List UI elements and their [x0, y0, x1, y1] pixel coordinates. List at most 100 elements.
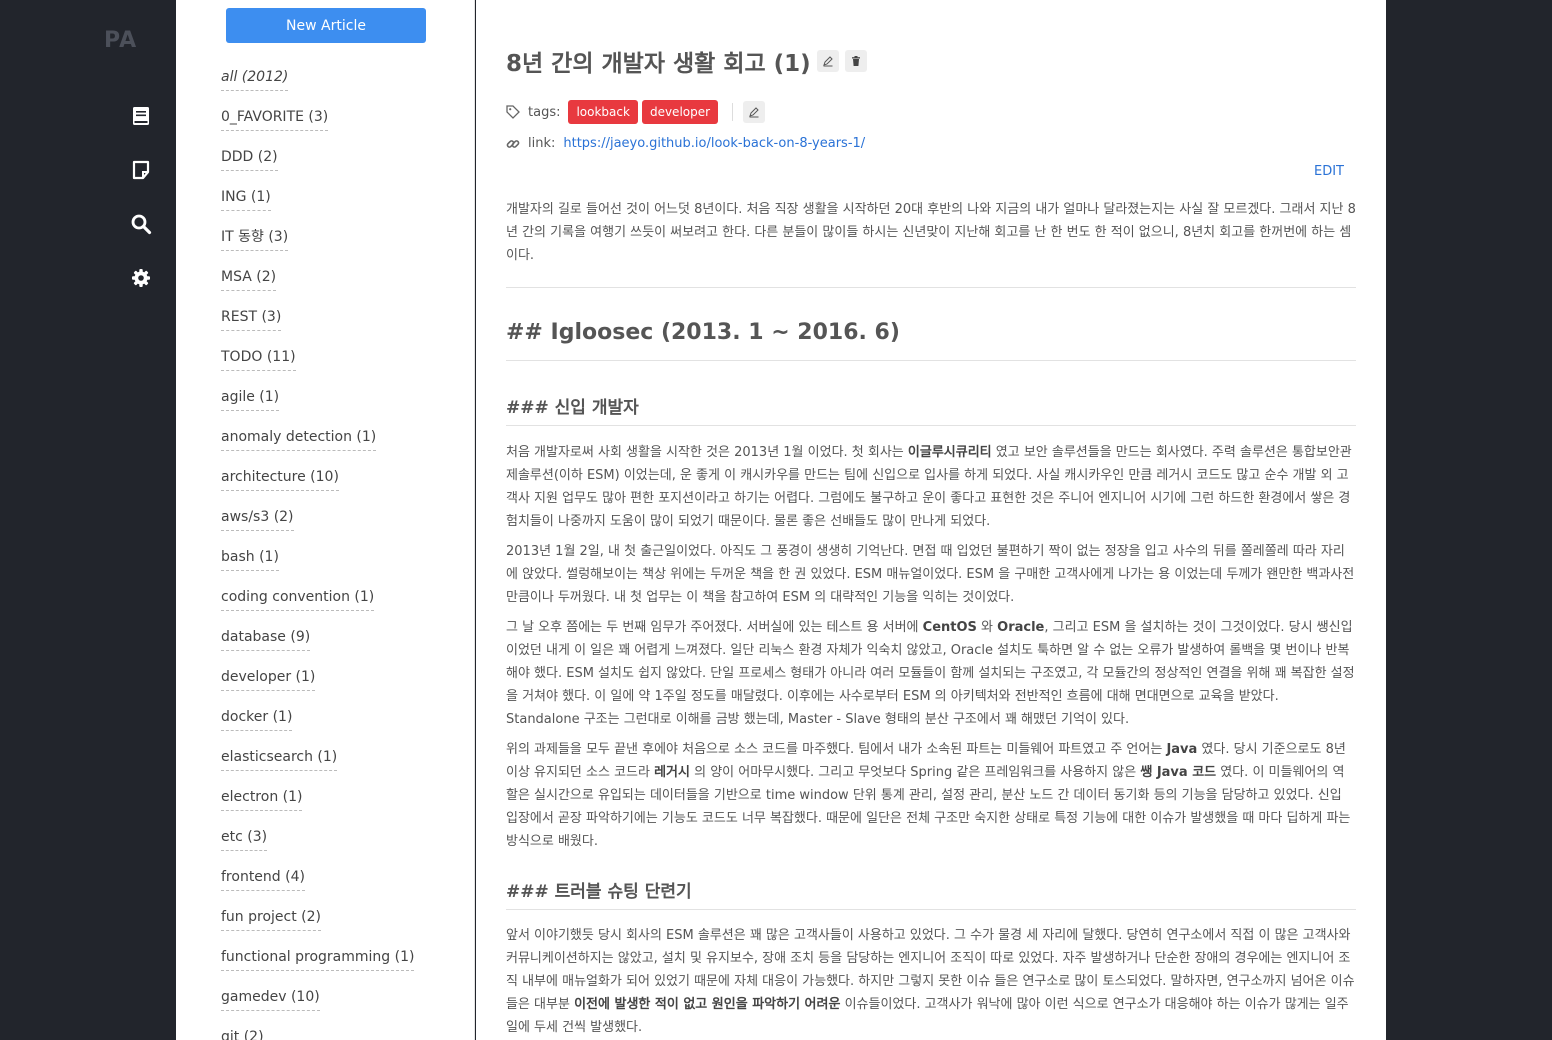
divider: [506, 287, 1356, 288]
pencil-icon: [749, 107, 759, 118]
tag-link[interactable]: 0_FAVORITE (3): [221, 107, 329, 131]
tag-list-item: fun project (2): [221, 906, 414, 946]
divider: [506, 425, 1356, 426]
tag-list-item: DDD (2): [221, 146, 414, 186]
tag-list: all (2012) 0_FAVORITE (3) DDD (2) ING (1) IT…: [221, 66, 415, 1040]
tag-link[interactable]: TODO (11): [221, 347, 296, 371]
book-icon[interactable]: [130, 105, 152, 127]
link-label: link:: [528, 136, 556, 151]
tag-list-item: gamedev (10): [221, 986, 414, 1026]
text: 처음 개발자로써 사회 생활을 시작한 것은 2013년 1월 이었다. 첫 회…: [506, 445, 908, 460]
tag-link[interactable]: bash (1): [221, 547, 279, 571]
tag-link[interactable]: docker (1): [221, 707, 293, 731]
divider: [732, 103, 734, 121]
subsection-heading: ### 트러블 슈팅 단련기: [506, 882, 692, 902]
tag-link[interactable]: fun project (2): [221, 907, 321, 931]
tags-label: tags:: [528, 104, 561, 120]
bold-text: 쌩 Java 코드: [1140, 765, 1217, 780]
bold-text: 레거시: [654, 765, 690, 780]
tags-row: tags: lookback developer: [506, 100, 766, 124]
new-article-button[interactable]: New Article: [226, 8, 426, 43]
tag-list-item: functional programming (1): [221, 946, 415, 986]
edit-article-link[interactable]: EDIT: [1314, 164, 1344, 179]
tag-link[interactable]: gamedev (10): [221, 987, 320, 1011]
edit-tags-button[interactable]: [743, 101, 766, 123]
tag-list-item: ING (1): [221, 186, 414, 226]
tag-list-item: developer (1): [221, 666, 414, 706]
tag-list-item: REST (3): [221, 306, 414, 346]
tag-link[interactable]: functional programming (1): [221, 947, 415, 971]
tag-list-item: MSA (2): [221, 266, 414, 306]
text: 그 날 오후 쯤에는 두 번째 임무가 주어졌다. 서버실에 있는 테스트 용 …: [506, 620, 923, 635]
body-paragraph: 그 날 오후 쯤에는 두 번째 임무가 주어졌다. 서버실에 있는 테스트 용 …: [506, 616, 1356, 731]
bold-text: 이글루시큐리티: [907, 445, 992, 460]
tag-list-item: etc (3): [221, 826, 414, 866]
tag-link[interactable]: etc (3): [221, 827, 268, 851]
app-logo: PA: [104, 28, 138, 53]
tag-link[interactable]: DDD (2): [221, 147, 278, 171]
bold-text: Oracle: [997, 620, 1045, 635]
title-row: 8년 간의 개발자 생활 회고 (1): [506, 44, 867, 78]
note-icon[interactable]: [130, 159, 152, 181]
article-view: 8년 간의 개발자 생활 회고 (1) tags: lookback devel…: [476, 0, 1386, 1040]
tag-link[interactable]: database (9): [221, 627, 311, 651]
tag-link[interactable]: architecture (10): [221, 467, 339, 491]
tag-link[interactable]: frontend (4): [221, 867, 305, 891]
gear-icon[interactable]: [130, 267, 152, 289]
pencil-icon: [822, 56, 833, 67]
tag-panel: New Article all (2012) 0_FAVORITE (3) DDD …: [176, 0, 475, 1040]
tag-list-item: elasticsearch (1): [221, 746, 414, 786]
tag-list-item: agile (1): [221, 386, 414, 426]
tag-badge-developer[interactable]: developer: [641, 100, 719, 124]
tag-list-item: 0_FAVORITE (3): [221, 106, 414, 146]
link-icon: [506, 139, 520, 148]
article-link[interactable]: https://jaeyo.github.io/look-back-on-8-y…: [563, 136, 865, 151]
text: , 그리고 ESM 을 설치하는 것이 그것이었다. 당시 쌩신입이었던 내게 …: [506, 620, 1355, 727]
link-row: link: https://jaeyo.github.io/look-back-…: [506, 136, 865, 151]
bold-text: CentOS: [922, 620, 977, 635]
tag-list-item: TODO (11): [221, 346, 414, 386]
tag-link[interactable]: REST (3): [221, 307, 282, 331]
body-paragraph: 2013년 1월 2일, 내 첫 출근일이었다. 아직도 그 풍경이 생생히 기…: [506, 544, 1355, 605]
tag-link[interactable]: git (2): [221, 1027, 264, 1040]
article-title: 8년 간의 개발자 생활 회고 (1): [506, 51, 811, 77]
text: 와: [976, 620, 998, 635]
subsection-heading: ### 신입 개발자: [506, 398, 639, 418]
right-gutter: [1386, 0, 1552, 1040]
tag-link[interactable]: aws/s3 (2): [221, 507, 294, 531]
tag-icon: [506, 105, 520, 119]
text: 위의 과제들을 모두 끝낸 후에야 처음으로 소스 코드를 마주했다. 팀에서 …: [506, 742, 1167, 757]
intro-paragraph: 개발자의 길로 들어선 것이 어느덧 8년이다. 처음 직장 생활을 시작하던 …: [506, 202, 1356, 263]
tag-link[interactable]: elasticsearch (1): [221, 747, 338, 771]
tag-link[interactable]: agile (1): [221, 387, 280, 411]
tag-list-item: IT 동향 (3): [221, 226, 414, 266]
trash-icon: [851, 56, 860, 66]
tag-list-item: database (9): [221, 626, 414, 666]
tag-list-item: bash (1): [221, 546, 414, 586]
body-paragraph: 위의 과제들을 모두 끝낸 후에야 처음으로 소스 코드를 마주했다. 팀에서 …: [506, 738, 1356, 853]
tag-list-item: anomaly detection (1): [221, 426, 414, 466]
left-rail: PA: [0, 0, 176, 1040]
search-icon[interactable]: [130, 213, 152, 235]
bold-text: Java: [1166, 742, 1198, 757]
tag-link[interactable]: anomaly detection (1): [221, 427, 377, 451]
tag-list-item: all (2012): [221, 66, 414, 106]
body-paragraph: 처음 개발자로써 사회 생활을 시작한 것은 2013년 1월 이었다. 첫 회…: [506, 441, 1356, 533]
edit-title-button[interactable]: [816, 50, 839, 72]
tag-link[interactable]: IT 동향 (3): [221, 227, 289, 251]
body-paragraph: 앞서 이야기했듯 당시 회사의 ESM 솔루션은 꽤 많은 고객사들이 사용하고…: [506, 924, 1356, 1039]
tag-link[interactable]: MSA (2): [221, 267, 277, 291]
delete-article-button[interactable]: [844, 50, 867, 72]
tag-link[interactable]: developer (1): [221, 667, 316, 691]
tag-list-item: git (2): [221, 1026, 414, 1040]
tag-link[interactable]: ING (1): [221, 187, 271, 211]
tag-badge-lookback[interactable]: lookback: [568, 100, 638, 124]
divider: [506, 360, 1356, 361]
tag-link[interactable]: all (2012): [221, 67, 289, 91]
tag-link[interactable]: coding convention (1): [221, 587, 375, 611]
tag-list-item: electron (1): [221, 786, 414, 826]
tag-list-item: aws/s3 (2): [221, 506, 414, 546]
text: 의 양이 어마무시했다. 그리고 무엇보다 Spring 같은 프레임워크를 사…: [689, 765, 1141, 780]
tag-link[interactable]: electron (1): [221, 787, 303, 811]
bold-text: 이전에 발생한 적이 없고 원인을 파악하기 어려운: [574, 997, 841, 1012]
